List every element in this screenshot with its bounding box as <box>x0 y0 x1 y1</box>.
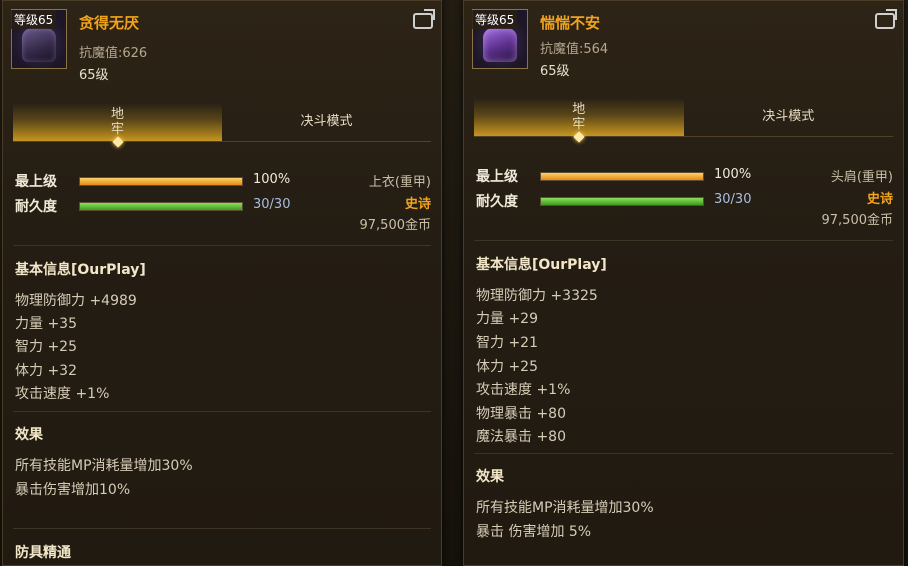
item-name: 惴惴不安 <box>540 14 601 32</box>
durability-bar-fill <box>541 198 703 205</box>
stat-line: 攻击速度 +1% <box>15 386 110 402</box>
max-level-row: 最上级 100% <box>15 171 429 193</box>
durability-bar <box>540 197 704 206</box>
max-level-bar-fill <box>541 173 703 180</box>
max-level-label: 最上级 <box>15 174 57 190</box>
effect-line: 暴击 伤害增加 5% <box>476 524 592 540</box>
stat-line: 魔法暴击 +80 <box>476 429 566 445</box>
active-tab-marker <box>573 131 585 143</box>
effect-line: 所有技能MP消耗量增加30% <box>476 500 654 516</box>
max-level-value: 100% <box>714 167 752 182</box>
slot-type: 上衣(重甲) <box>368 175 431 190</box>
durability-label: 耐久度 <box>15 199 57 215</box>
max-level-bar <box>79 177 243 186</box>
tooltip-header: 等级65 贪得无厌 抗魔值:626 65级 <box>3 1 441 93</box>
item-level: 65级 <box>540 64 570 79</box>
mode-tabs: 地牢 决斗模式 <box>474 98 894 143</box>
divider <box>13 528 431 529</box>
divider <box>13 245 431 246</box>
price: 97,500金币 <box>821 213 894 228</box>
effect-title: 效果 <box>15 427 43 443</box>
effect-title: 效果 <box>476 469 504 485</box>
stat-line: 智力 +21 <box>476 335 538 351</box>
durability-bar-fill <box>80 203 242 210</box>
basic-info-title: 基本信息[OurPlay] <box>15 262 146 278</box>
durability-value: 30/30 <box>714 192 752 207</box>
stat-line: 体力 +25 <box>476 359 538 375</box>
durability-label: 耐久度 <box>476 194 518 210</box>
rarity: 史诗 <box>404 197 431 212</box>
item-tooltip-right: 等级65 惴惴不安 抗魔值:564 65级 地牢 决斗模式 最上级 100% 耐… <box>463 0 904 566</box>
stat-line: 力量 +35 <box>15 316 77 332</box>
stat-line: 物理暴击 +80 <box>476 406 566 422</box>
tab-pvp[interactable]: 决斗模式 <box>222 103 431 141</box>
divider <box>474 453 893 454</box>
stat-line: 物理防御力 +3325 <box>476 288 598 304</box>
anti-magic-value: 抗魔值:626 <box>79 46 148 61</box>
effect-line: 暴击伤害增加10% <box>15 482 131 498</box>
tab-dungeon[interactable]: 地牢 <box>474 98 684 143</box>
shoulder-armor-icon <box>483 28 517 62</box>
max-level-bar-fill <box>80 178 242 185</box>
armor-mastery-title: 防具精通 <box>15 545 71 561</box>
tab-pvp-label: 决斗模式 <box>762 109 815 124</box>
price: 97,500金币 <box>359 218 432 233</box>
anti-magic-value: 抗魔值:564 <box>540 42 609 57</box>
slot-type: 头肩(重甲) <box>830 170 893 185</box>
divider <box>474 240 893 241</box>
share-icon[interactable] <box>413 13 433 29</box>
level-tag: 等级65 <box>472 10 518 29</box>
item-tooltip-left: 等级65 贪得无厌 抗魔值:626 65级 地牢 决斗模式 最上级 100% 耐… <box>2 0 442 566</box>
tab-pvp-label: 决斗模式 <box>300 114 353 129</box>
max-level-bar <box>540 172 704 181</box>
rarity: 史诗 <box>866 192 893 207</box>
durability-bar <box>79 202 243 211</box>
max-level-value: 100% <box>253 172 291 187</box>
tab-dungeon-label: 地牢 <box>572 102 586 132</box>
durability-value: 30/30 <box>253 197 291 212</box>
item-name: 贪得无厌 <box>79 14 140 32</box>
stat-line: 体力 +32 <box>15 363 77 379</box>
stat-line: 物理防御力 +4989 <box>15 293 137 309</box>
stat-line: 攻击速度 +1% <box>476 382 571 398</box>
divider <box>13 411 431 412</box>
share-icon[interactable] <box>875 13 895 29</box>
item-level: 65级 <box>79 68 109 83</box>
active-tab-marker <box>111 136 124 148</box>
stat-line: 力量 +29 <box>476 311 538 327</box>
basic-info-title: 基本信息[OurPlay] <box>476 257 607 273</box>
tab-dungeon-label: 地牢 <box>110 107 124 137</box>
chest-armor-icon <box>22 28 56 62</box>
tab-dungeon[interactable]: 地牢 <box>13 103 222 148</box>
tooltip-header: 等级65 惴惴不安 抗魔值:564 65级 <box>464 1 903 93</box>
effect-line: 所有技能MP消耗量增加30% <box>15 458 193 474</box>
mode-tabs: 地牢 决斗模式 <box>13 103 431 148</box>
max-level-label: 最上级 <box>476 169 518 185</box>
level-tag: 等级65 <box>11 10 57 29</box>
max-level-row: 最上级 100% <box>476 166 891 188</box>
stat-line: 智力 +25 <box>15 339 77 355</box>
tab-pvp[interactable]: 决斗模式 <box>684 98 894 136</box>
